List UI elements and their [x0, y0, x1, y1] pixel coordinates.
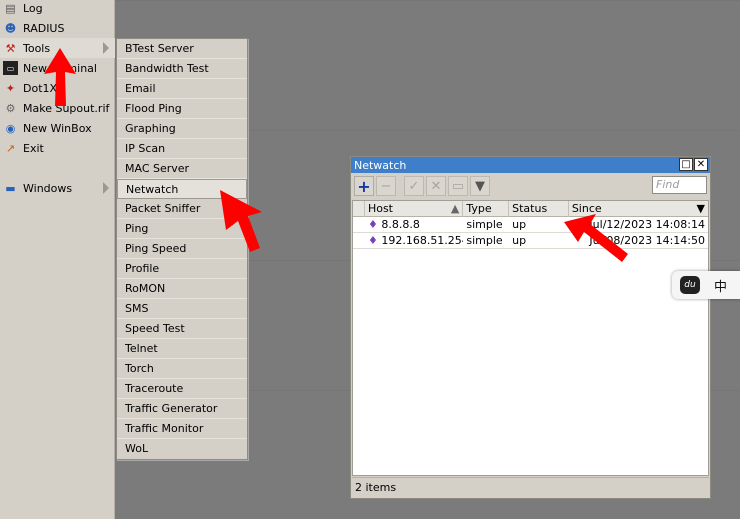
- netwatch-window: Netwatch □ ✕ + − ✓ ✕ ▭ ▼ Find Host ▲ Typ…: [350, 156, 711, 499]
- menu-item-windows[interactable]: ▬ Windows: [0, 178, 115, 198]
- column-selector[interactable]: [353, 201, 365, 217]
- submenu-arrow-icon: [103, 182, 109, 194]
- submenu-item-flood-ping[interactable]: Flood Ping: [117, 99, 247, 119]
- table-row[interactable]: ♦ 192.168.51.254 simple up Jul/08/2023 1…: [353, 233, 708, 249]
- terminal-icon: ▭: [3, 61, 18, 75]
- columns-dropdown-icon[interactable]: ▼: [697, 201, 705, 216]
- close-button[interactable]: ✕: [694, 158, 708, 171]
- menu-item-new-winbox[interactable]: ◉ New WinBox: [0, 118, 115, 138]
- filter-icon[interactable]: ▼: [470, 176, 490, 196]
- window-toolbar: + − ✓ ✕ ▭ ▼ Find: [351, 173, 710, 199]
- submenu-item-telnet[interactable]: Telnet: [117, 339, 247, 359]
- annotation-arrow-tools: [44, 48, 76, 106]
- submenu-item-romon[interactable]: RoMON: [117, 279, 247, 299]
- submenu-item-profile[interactable]: Profile: [117, 259, 247, 279]
- windows-icon: ▬: [5, 181, 16, 195]
- submenu-item-traffic-monitor[interactable]: Traffic Monitor: [117, 419, 247, 439]
- table-header: Host ▲ Type Status Since ▼: [353, 201, 708, 217]
- ime-badge-icon: du: [680, 276, 700, 294]
- menu-item-radius[interactable]: ☻ RADIUS: [0, 18, 115, 38]
- ime-toolbar[interactable]: du 中: [672, 271, 740, 299]
- table-row[interactable]: ♦ 8.8.8.8 simple up Jul/12/2023 14:08:14: [353, 217, 708, 233]
- netwatch-table: Host ▲ Type Status Since ▼ ♦ 8.8.8.8 sim…: [352, 200, 709, 476]
- submenu-item-sms[interactable]: SMS: [117, 299, 247, 319]
- ime-language[interactable]: 中: [714, 276, 727, 295]
- host-icon: ♦: [367, 234, 378, 247]
- wrench-icon: ⚒: [5, 41, 16, 55]
- menu-item-log[interactable]: ▤ Log: [0, 0, 115, 18]
- submenu-item-btest-server[interactable]: BTest Server: [117, 39, 247, 59]
- menu-item-exit[interactable]: ↗ Exit: [0, 138, 115, 158]
- winbox-icon: ◉: [5, 121, 16, 135]
- maximize-button[interactable]: □: [679, 158, 693, 171]
- annotation-arrow-netwatch: [220, 190, 262, 252]
- window-titlebar[interactable]: Netwatch □ ✕: [351, 157, 710, 173]
- submenu-item-graphing[interactable]: Graphing: [117, 119, 247, 139]
- users-icon: ☻: [4, 21, 17, 35]
- submenu-item-mac-server[interactable]: MAC Server: [117, 159, 247, 179]
- submenu-item-traffic-generator[interactable]: Traffic Generator: [117, 399, 247, 419]
- add-button[interactable]: +: [354, 176, 374, 196]
- column-type[interactable]: Type: [463, 201, 510, 217]
- host-icon: ♦: [367, 218, 378, 231]
- column-status[interactable]: Status: [509, 201, 569, 217]
- annotation-arrow-status: [564, 214, 628, 262]
- supout-icon: ⚙: [5, 101, 16, 115]
- exit-icon: ↗: [5, 141, 16, 155]
- log-icon: ▤: [5, 1, 16, 15]
- submenu-arrow-icon: [103, 42, 109, 54]
- submenu-item-bandwidth-test[interactable]: Bandwidth Test: [117, 59, 247, 79]
- column-host[interactable]: Host ▲: [365, 201, 464, 217]
- submenu-item-speed-test[interactable]: Speed Test: [117, 319, 247, 339]
- submenu-item-traceroute[interactable]: Traceroute: [117, 379, 247, 399]
- comment-button[interactable]: ▭: [448, 176, 468, 196]
- enable-button[interactable]: ✓: [404, 176, 424, 196]
- dot1x-icon: ✦: [5, 81, 16, 95]
- submenu-item-email[interactable]: Email: [117, 79, 247, 99]
- window-title: Netwatch: [354, 158, 407, 172]
- disable-button[interactable]: ✕: [426, 176, 446, 196]
- submenu-item-ip-scan[interactable]: IP Scan: [117, 139, 247, 159]
- submenu-item-torch[interactable]: Torch: [117, 359, 247, 379]
- submenu-item-wol[interactable]: WoL: [117, 439, 247, 459]
- remove-button[interactable]: −: [376, 176, 396, 196]
- find-input[interactable]: Find: [652, 176, 707, 194]
- status-bar: 2 items: [352, 477, 709, 497]
- sort-asc-icon: ▲: [450, 202, 460, 215]
